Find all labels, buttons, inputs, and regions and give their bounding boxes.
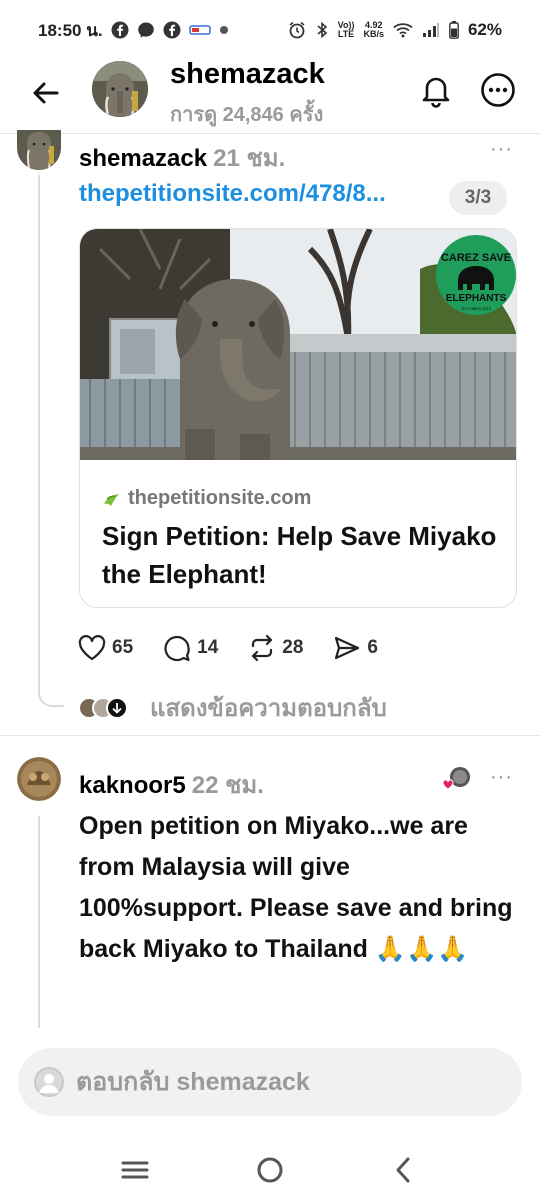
- chevron-left-icon: [396, 1157, 410, 1183]
- reply-username[interactable]: kaknoor5 22 ชม.: [79, 765, 264, 804]
- system-nav-bar: [0, 1140, 540, 1199]
- profile-avatar[interactable]: [92, 61, 148, 117]
- repost-icon: [252, 634, 273, 662]
- post-avatar[interactable]: [17, 130, 61, 170]
- facebook-icon: [111, 21, 129, 39]
- facebook-icon-2: [163, 21, 181, 39]
- network-speed: 4.92 KB/s: [363, 21, 384, 39]
- battery-percent: 62%: [467, 20, 502, 39]
- app-notification-icon: [188, 23, 211, 37]
- repost-count: 28: [282, 637, 304, 658]
- home-circle-icon: [257, 1157, 283, 1183]
- more-horizontal-icon: [481, 73, 515, 107]
- like-count: 65: [112, 637, 134, 658]
- card-domain-text: thepetitionsite.com: [128, 487, 312, 509]
- send-icon: [335, 636, 360, 660]
- messenger-icon: [137, 21, 155, 39]
- volte-indicator: Vo)) LTE: [338, 21, 355, 39]
- like-button[interactable]: 65: [78, 635, 133, 661]
- reply-avatar[interactable]: [17, 757, 61, 801]
- post-actions: 65 14 28 6: [78, 634, 408, 662]
- volte-bottom: LTE: [337, 29, 355, 39]
- reply-text: Open petition on Miyako...we are from Ma…: [79, 812, 513, 963]
- link-preview-card[interactable]: CAREZ SAVE ELEPHANTS OCTOBER 2019 thepet…: [79, 228, 517, 608]
- badge-date-text: OCTOBER 2019: [461, 306, 491, 311]
- liked-heart-icon: [442, 767, 470, 790]
- reply-thread-line: [38, 816, 40, 1028]
- card-domain: thepetitionsite.com: [102, 487, 311, 510]
- post-time: 21 ชม.: [213, 145, 286, 172]
- battery-icon: [449, 21, 459, 39]
- status-time: 18:50 น.: [38, 20, 103, 40]
- notification-button[interactable]: [418, 72, 454, 108]
- bell-icon: [422, 77, 450, 108]
- wifi-icon: [393, 22, 413, 38]
- header-view-count: การดู 24,846 ครั้ง: [170, 104, 324, 126]
- recent-apps-button[interactable]: [115, 1150, 155, 1190]
- share-count: 6: [367, 637, 378, 658]
- comment-button[interactable]: 14: [163, 634, 218, 662]
- composer-avatar-icon: [34, 1067, 64, 1097]
- card-image: CAREZ SAVE ELEPHANTS OCTOBER 2019: [80, 229, 516, 460]
- arrow-left-icon: [33, 82, 59, 104]
- more-options-button[interactable]: [480, 72, 516, 108]
- badge-top-text: CAREZ SAVE: [441, 252, 511, 264]
- heart-icon: [78, 635, 106, 661]
- liked-by-avatar: [442, 766, 472, 792]
- post-link[interactable]: thepetitionsite.com/478/8...: [79, 180, 386, 208]
- post-username-text[interactable]: shemazack: [79, 145, 207, 172]
- header-username[interactable]: shemazack: [170, 58, 325, 91]
- reply-username-text[interactable]: kaknoor5: [79, 772, 186, 799]
- dot-icon: [219, 25, 229, 35]
- card-title: Sign Petition: Help Save Miyako the Elep…: [102, 521, 497, 589]
- repost-button[interactable]: 28: [248, 634, 303, 662]
- signal-icon: [422, 22, 440, 38]
- show-replies-text[interactable]: แสดงข้อความตอบกลับ: [150, 688, 387, 727]
- back-button[interactable]: [30, 77, 62, 109]
- alarm-icon: [288, 21, 306, 39]
- comment-count: 14: [197, 637, 219, 658]
- thread-counter: 3/3: [449, 181, 507, 215]
- header: shemazack การดู 24,846 ครั้ง: [0, 58, 540, 132]
- speed-unit: KB/s: [363, 29, 384, 39]
- reply-input[interactable]: ตอบกลับ shemazack: [18, 1048, 522, 1116]
- thread-curve: [38, 693, 64, 707]
- status-bar: 18:50 น. Vo)) LTE 4.92 KB/s 62%: [0, 0, 540, 60]
- reply-time: 22 ชม.: [191, 772, 264, 799]
- menu-lines-icon: [121, 1161, 149, 1179]
- reply-avatar-3: [106, 696, 128, 719]
- thread-line: [38, 175, 40, 695]
- site-favicon-icon: [104, 493, 119, 506]
- post-more-button[interactable]: ···: [490, 138, 513, 161]
- post-divider: [0, 735, 540, 736]
- share-button[interactable]: 6: [333, 635, 378, 661]
- show-replies-row[interactable]: แสดงข้อความตอบกลับ: [78, 688, 387, 727]
- reply-placeholder: ตอบกลับ shemazack: [76, 1068, 310, 1096]
- badge-bottom-text: ELEPHANTS: [446, 293, 507, 304]
- header-divider: [0, 133, 540, 134]
- reply-more-button[interactable]: ···: [490, 766, 513, 789]
- chevron-down-circle-icon: [108, 698, 126, 717]
- bluetooth-icon: [315, 21, 329, 39]
- comment-icon: [164, 635, 190, 662]
- home-button[interactable]: [250, 1150, 290, 1190]
- system-back-button[interactable]: [384, 1150, 424, 1190]
- post-username[interactable]: shemazack 21 ชม.: [79, 138, 285, 177]
